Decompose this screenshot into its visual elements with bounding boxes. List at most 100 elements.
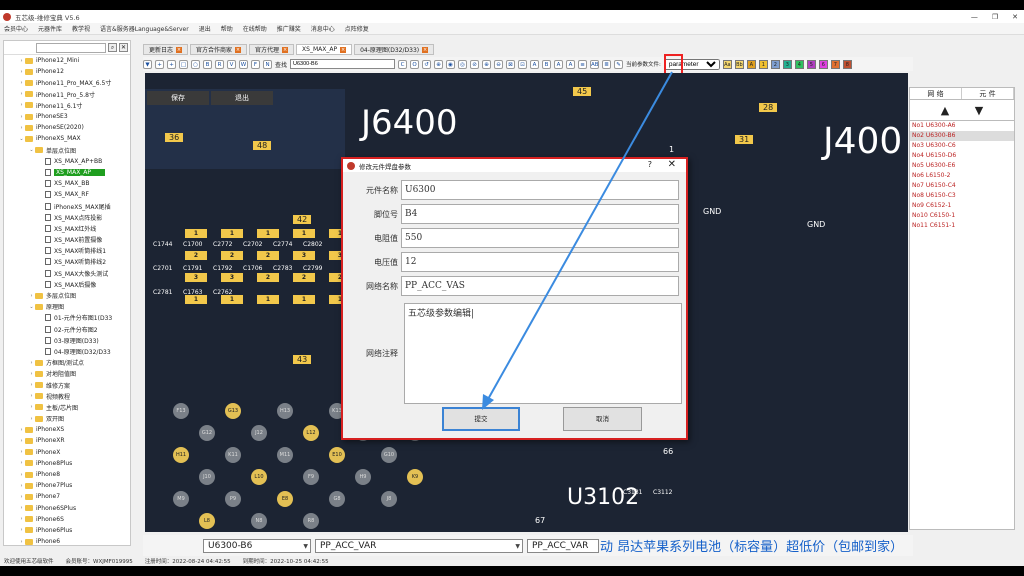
tool-icon[interactable]: B <box>542 59 552 69</box>
net-list-item[interactable]: No5 U6300-E6 <box>910 161 1014 171</box>
net-list-item[interactable]: No11 C6151-1 <box>910 221 1014 231</box>
expand-toggle-icon[interactable]: › <box>18 125 25 131</box>
menu-item[interactable]: 消息中心 <box>311 24 335 33</box>
tree-item[interactable]: › 方框图/测试点 <box>4 357 130 368</box>
close-tab-icon[interactable]: × <box>340 46 347 53</box>
tree-item[interactable]: XS_MAX大像头测试 <box>4 268 130 279</box>
expand-toggle-icon[interactable]: › <box>28 382 35 388</box>
menu-item[interactable]: 点阵修复 <box>345 24 369 33</box>
net-list-item[interactable]: No7 U6150-C4 <box>910 181 1014 191</box>
tool-icon[interactable]: V <box>227 59 236 69</box>
tool-icon[interactable]: A <box>530 59 540 69</box>
tool-icon[interactable]: ◉ <box>446 59 456 69</box>
doc-tab[interactable]: 官方代理 × <box>249 44 295 55</box>
expand-toggle-icon[interactable]: › <box>18 427 25 433</box>
tool-icon[interactable]: W <box>239 59 248 69</box>
expand-toggle-icon[interactable]: › <box>18 80 25 86</box>
tree-item[interactable]: › 维修方案 <box>4 379 130 390</box>
close-tab-icon[interactable]: × <box>235 46 242 53</box>
net-combo[interactable]: PP_ACC_VAR ▼ <box>315 538 523 553</box>
tree-item[interactable]: › iPhone6Plus <box>4 525 130 536</box>
tool-icon[interactable]: O <box>410 59 420 69</box>
net-list-item[interactable]: No8 U6150-C3 <box>910 191 1014 201</box>
tree-item[interactable]: › 双开图 <box>4 413 130 424</box>
menu-item[interactable]: 帮助 <box>221 24 233 33</box>
tree-item[interactable]: XS_MAX后摄像 <box>4 279 130 290</box>
maximize-button[interactable]: ❐ <box>992 13 998 21</box>
tab-network[interactable]: 网 络 <box>910 88 962 99</box>
expand-toggle-icon[interactable]: › <box>28 416 35 422</box>
tree-item[interactable]: › iPhone11_6.1寸 <box>4 100 130 111</box>
tool-icon[interactable]: + <box>155 59 164 69</box>
save-board-button[interactable]: 保存 <box>147 91 209 105</box>
expand-toggle-icon[interactable]: ⌄ <box>28 304 35 310</box>
tool-icon[interactable]: ▼ <box>143 59 152 69</box>
doc-tab[interactable]: XS_MAX_AP × <box>296 44 353 55</box>
expand-toggle-icon[interactable]: › <box>18 438 25 444</box>
tool-icon[interactable]: ⊖ <box>494 59 504 69</box>
close-tab-icon[interactable]: × <box>422 46 429 53</box>
tool-icon[interactable]: ≣ <box>602 59 612 69</box>
net-list-item[interactable]: No6 L6150-2 <box>910 171 1014 181</box>
tree-item[interactable]: XS_MAX_BB <box>4 178 130 189</box>
tree-item[interactable]: ⌄ iPhoneXS_MAX <box>4 133 130 144</box>
net-name-field[interactable]: PP_ACC_VAR <box>527 538 599 553</box>
tool-icon[interactable]: ⊡ <box>518 59 528 69</box>
menu-item[interactable]: 语言&服务器Language&Server <box>100 24 189 33</box>
tool-icon[interactable]: ↺ <box>422 59 432 69</box>
tree-item[interactable]: ⌄ 原理图 <box>4 301 130 312</box>
menu-item[interactable]: 会员中心 <box>4 24 28 33</box>
tree-item[interactable]: › 对地阻值图 <box>4 368 130 379</box>
net-list-item[interactable]: No10 C6150-1 <box>910 211 1014 221</box>
tree-item[interactable]: › iPhoneX <box>4 447 130 458</box>
tree-item[interactable]: › iPhoneXS <box>4 424 130 435</box>
tool-icon[interactable]: ⊕ <box>482 59 492 69</box>
expand-toggle-icon[interactable]: › <box>18 539 25 545</box>
color-layer-box[interactable]: 8 <box>842 59 852 69</box>
resistance-field[interactable]: 550 <box>401 228 679 248</box>
tool-icon[interactable]: ⊠ <box>506 59 516 69</box>
menu-item[interactable]: 推广赚奖 <box>277 24 301 33</box>
expand-toggle-icon[interactable]: › <box>18 494 25 500</box>
expand-toggle-icon[interactable]: › <box>18 516 25 522</box>
tool-icon[interactable]: ≡ <box>578 59 588 69</box>
tree-item[interactable]: › iPhoneSE(2020) <box>4 122 130 133</box>
expand-toggle-icon[interactable]: › <box>18 91 25 97</box>
expand-toggle-icon[interactable]: ⌄ <box>28 147 35 153</box>
expand-toggle-icon[interactable]: › <box>18 460 25 466</box>
menu-item[interactable]: 在线帮助 <box>243 24 267 33</box>
help-icon[interactable]: ? <box>648 160 652 169</box>
net-list-item[interactable]: No2 U6300-B6 <box>910 131 1014 141</box>
expand-toggle-icon[interactable]: › <box>28 293 35 299</box>
part-combo[interactable]: U6300-B6 ▼ <box>203 538 311 553</box>
expand-toggle-icon[interactable]: › <box>28 393 35 399</box>
doc-tab[interactable]: 更新日志 × <box>143 44 189 55</box>
promo-marquee[interactable]: 动 昂达苹果系列电池（标容量）超低价（包邮到家） <box>600 536 903 555</box>
edit-pad-icon[interactable]: ✎ <box>614 59 624 69</box>
net-list-item[interactable]: No1 U6300-A6 <box>910 121 1014 131</box>
expand-toggle-icon[interactable]: › <box>28 360 35 366</box>
tree-item[interactable]: 01-元件分布图1(D33 <box>4 312 130 323</box>
menu-item[interactable]: 元器件库 <box>38 24 62 33</box>
tree-item[interactable]: ⌄ 单层点位图 <box>4 145 130 156</box>
close-tab-icon[interactable]: × <box>282 46 289 53</box>
tree-item[interactable]: › iPhone8 <box>4 469 130 480</box>
menu-item[interactable]: 教学视 <box>72 24 90 33</box>
tree-item[interactable]: XS_MAX_AP+BB <box>4 156 130 167</box>
tree-item[interactable]: XS_MAX_AP <box>4 167 130 178</box>
tree-item[interactable]: iPhoneXS_MAX尾插 <box>4 200 130 211</box>
tree-search-input[interactable] <box>36 42 106 53</box>
tool-icon[interactable]: ⊘ <box>470 59 480 69</box>
minimize-button[interactable]: — <box>971 13 978 21</box>
expand-toggle-icon[interactable]: › <box>18 102 25 108</box>
tree-item[interactable]: › iPhone11_Pro_MAX_6.5寸 <box>4 77 130 88</box>
submit-button[interactable]: 提交 <box>442 407 520 431</box>
expand-toggle-icon[interactable]: ⌄ <box>18 136 25 142</box>
tree-item[interactable]: 02-元件分布图2 <box>4 324 130 335</box>
tool-icon[interactable]: A <box>554 59 564 69</box>
net-name-input[interactable]: PP_ACC_VAS <box>401 276 679 296</box>
tree-item[interactable]: › iPhone6S <box>4 514 130 525</box>
tree-item[interactable]: › 主板/芯片图 <box>4 402 130 413</box>
tree-item[interactable]: XS_MAX点阵投影 <box>4 212 130 223</box>
expand-toggle-icon[interactable]: › <box>18 449 25 455</box>
